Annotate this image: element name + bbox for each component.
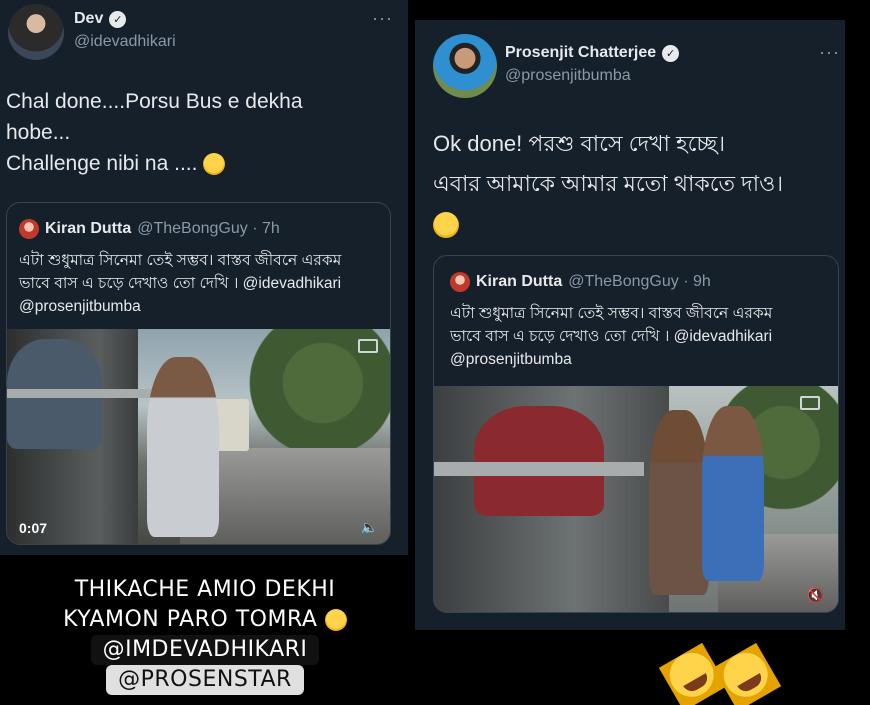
dev-name-row: Dev ✓: [74, 10, 127, 28]
kiran-avatar[interactable]: [450, 272, 470, 292]
tweet-line: Chal done....Porsu Bus e dekha: [6, 90, 303, 113]
dev-handle[interactable]: @idevadhikari: [74, 33, 176, 51]
prosenjit-handle[interactable]: @prosenjitbumba: [505, 67, 631, 85]
quoted-handle-time[interactable]: @TheBongGuy · 7h: [137, 220, 280, 238]
quoted-tweet-text: এটা শুধুমাত্র সিনেমা তেই সম্ভব। বাস্তব জ…: [450, 302, 835, 371]
quoted-line: @prosenjitbumba: [19, 298, 141, 315]
captions-icon[interactable]: [800, 396, 820, 410]
caption-line-with-emoji: KYAMON PARO TOMRA: [51, 605, 359, 635]
bus-window-bar: [7, 389, 157, 398]
tweet-line: এবার আমাকে আমার মতো থাকতে দাও।: [433, 171, 784, 196]
prosenjit-tweet[interactable]: Prosenjit Chatterjee ✓ @prosenjitbumba ·…: [415, 20, 845, 630]
quoted-tweet[interactable]: Kiran Dutta @TheBongGuy · 7h এটা শুধুমাত…: [6, 202, 391, 545]
dev-tweet[interactable]: Dev ✓ @idevadhikari ··· Chal done....Por…: [0, 0, 408, 555]
verified-icon: ✓: [109, 10, 127, 28]
quoted-tweet[interactable]: Kiran Dutta @TheBongGuy · 9h এটা শুধুমাত…: [433, 255, 839, 613]
quoted-line: এটা শুধুমাত্র সিনেমা তেই সম্ভব। বাস্তব জ…: [450, 305, 773, 322]
dev-name[interactable]: Dev: [74, 10, 103, 28]
quoted-handle-time[interactable]: @TheBongGuy · 9h: [568, 273, 711, 291]
video-player[interactable]: 🔇: [434, 386, 838, 612]
story-caption: THIKACHE AMIO DEKHI KYAMON PARO TOMRA @I…: [50, 575, 360, 695]
quoted-line: এটা শুধুমাত্র সিনেমা তেই সম্ভব। বাস্তব জ…: [19, 252, 342, 269]
prosenjit-tweet-text: Ok done! পরশু বাসে দেখা হচ্ছে। এবার আমাক…: [433, 124, 838, 244]
quoted-line: @prosenjitbumba: [450, 351, 572, 368]
video-passenger: [474, 406, 604, 516]
video-time: 0:07: [19, 520, 48, 536]
dev-tweet-text: Chal done....Porsu Bus e dekha hobe... C…: [6, 86, 401, 179]
volume-icon[interactable]: 🔈: [361, 519, 378, 536]
caption-mention[interactable]: @PROSENSTAR: [106, 665, 304, 695]
zipper-mouth-face-icon: [324, 609, 347, 631]
kiran-avatar[interactable]: [19, 219, 39, 239]
caption-line: THIKACHE AMIO DEKHI: [62, 575, 348, 605]
captions-icon[interactable]: [358, 339, 378, 353]
quoted-tweet-header: Kiran Dutta @TheBongGuy · 9h: [450, 272, 711, 292]
tweet-line: Challenge nibi na ....: [6, 152, 198, 175]
tweet-line-with-emoji: Challenge nibi na ....: [6, 148, 401, 179]
winking-face-icon: [203, 153, 226, 176]
quoted-line: ভাবে বাস এ চড়ে দেখাও তো দেখি । @idevadh…: [450, 328, 773, 345]
prosenjit-avatar[interactable]: [433, 34, 497, 98]
prosenjit-name[interactable]: Prosenjit Chatterjee: [505, 44, 656, 62]
tweet-line: hobe...: [6, 121, 71, 144]
caption-line: KYAMON PARO TOMRA: [63, 607, 318, 632]
more-options-icon[interactable]: ···: [819, 42, 840, 63]
quoted-author-name[interactable]: Kiran Dutta: [476, 273, 562, 291]
dev-avatar[interactable]: [8, 4, 64, 60]
tweet-line: Ok done! পরশু বাসে দেখা হচ্ছে।: [433, 131, 726, 156]
caption-mention[interactable]: @IMDEVADHIKARI: [90, 635, 320, 665]
mute-icon[interactable]: 🔇: [807, 587, 824, 604]
quoted-author-name[interactable]: Kiran Dutta: [45, 220, 131, 238]
verified-icon: ✓: [662, 44, 680, 62]
tweet-line-emoji: [433, 204, 838, 244]
quoted-line: ভাবে বাস এ চড়ে দেখাও তো দেখি । @idevadh…: [19, 275, 342, 292]
more-options-icon[interactable]: ···: [372, 8, 393, 29]
video-actor-prosenjit: [649, 410, 709, 595]
video-actor: [147, 357, 219, 537]
laughing-face-icon: [433, 212, 459, 239]
prosenjit-name-row: Prosenjit Chatterjee ✓: [505, 44, 680, 62]
video-player[interactable]: 0:07 🔈: [7, 329, 390, 544]
quoted-tweet-text: এটা শুধুমাত্র সিনেমা তেই সম্ভব। বাস্তব জ…: [19, 249, 384, 318]
bus-window-bar: [434, 462, 644, 476]
quoted-tweet-header: Kiran Dutta @TheBongGuy · 7h: [19, 219, 280, 239]
rolling-on-floor-laughing-icon: [712, 642, 782, 705]
video-actor-dev: [702, 406, 764, 581]
